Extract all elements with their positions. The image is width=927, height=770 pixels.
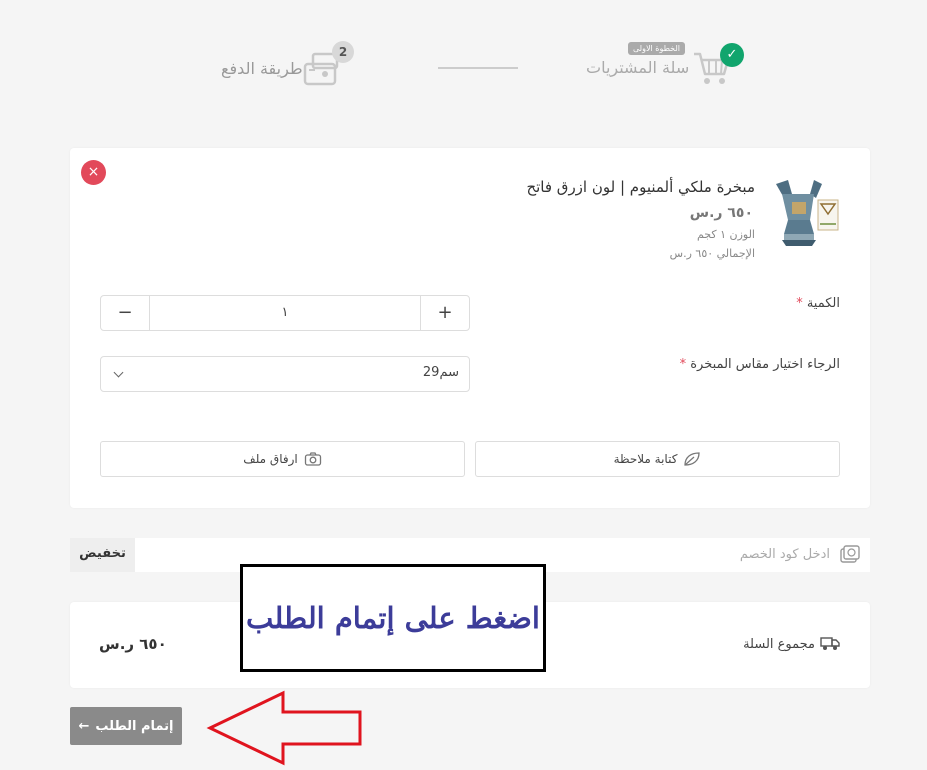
step1-badge: الخطوة الاولى xyxy=(628,42,686,55)
arrow-left-icon: ← xyxy=(78,718,90,734)
step2-label: طريقة الدفع xyxy=(221,59,303,78)
product-line-total: الإجمالي ٦٥٠ ر.س xyxy=(669,247,755,260)
close-icon: × xyxy=(87,164,100,180)
stepper-connector xyxy=(438,67,518,69)
quantity-label: الكمية * xyxy=(796,296,840,311)
product-price: ٦٥٠ ر.س xyxy=(689,205,753,221)
quantity-input[interactable]: ١ xyxy=(149,296,421,330)
attach-file-label: ارفاق ملف xyxy=(243,452,298,466)
annotation-arrow-icon xyxy=(206,690,362,766)
product-image xyxy=(776,180,839,246)
size-option-label: الرجاء اختيار مقاس المبخرة * xyxy=(679,357,840,372)
product-weight: الوزن ١ كجم xyxy=(696,228,755,241)
coupon-placeholder: ادخل كود الخصم xyxy=(739,547,830,562)
step-cart[interactable]: الخطوة الاولى سلة المشتريات ✓ xyxy=(580,38,750,88)
coupon-icon xyxy=(840,545,860,563)
decrease-quantity-button[interactable]: − xyxy=(101,296,149,330)
write-note-button[interactable]: كتابة ملاحظة xyxy=(475,441,840,477)
chevron-down-icon xyxy=(113,367,124,378)
apply-coupon-button[interactable]: تخفيض xyxy=(70,538,135,572)
truck-icon xyxy=(820,637,840,650)
cart-item-card: × مبخرة ملكي ألمنيوم | لون ازرق فاتح ٦٥٠… xyxy=(70,148,870,508)
annotation-box: اضغط على إتمام الطلب xyxy=(240,564,546,672)
step1-check-icon: ✓ xyxy=(720,43,744,67)
remove-item-button[interactable]: × xyxy=(81,160,106,185)
complete-order-button[interactable]: إتمام الطلب ← xyxy=(70,707,182,745)
quantity-stepper[interactable]: − ١ + xyxy=(100,295,470,331)
leaf-icon xyxy=(684,452,701,466)
step2-number: 2 xyxy=(332,41,354,63)
size-select[interactable]: 29سم xyxy=(100,356,470,392)
cart-total-label: مجموع السلة xyxy=(743,637,815,652)
complete-order-label: إتمام الطلب xyxy=(95,718,174,734)
increase-quantity-button[interactable]: + xyxy=(421,296,469,330)
attach-file-button[interactable]: ارفاق ملف xyxy=(100,441,465,477)
product-name[interactable]: مبخرة ملكي ألمنيوم | لون ازرق فاتح xyxy=(526,178,755,196)
annotation-text: اضغط على إتمام الطلب xyxy=(245,601,540,635)
size-select-value: 29سم xyxy=(422,365,459,380)
cart-total-value: ٦٥٠ ر.س xyxy=(99,635,167,653)
step1-label: سلة المشتريات xyxy=(586,58,690,77)
write-note-label: كتابة ملاحظة xyxy=(613,452,678,466)
step-payment[interactable]: طريقة الدفع 2 xyxy=(215,40,360,90)
camera-icon xyxy=(304,452,321,466)
